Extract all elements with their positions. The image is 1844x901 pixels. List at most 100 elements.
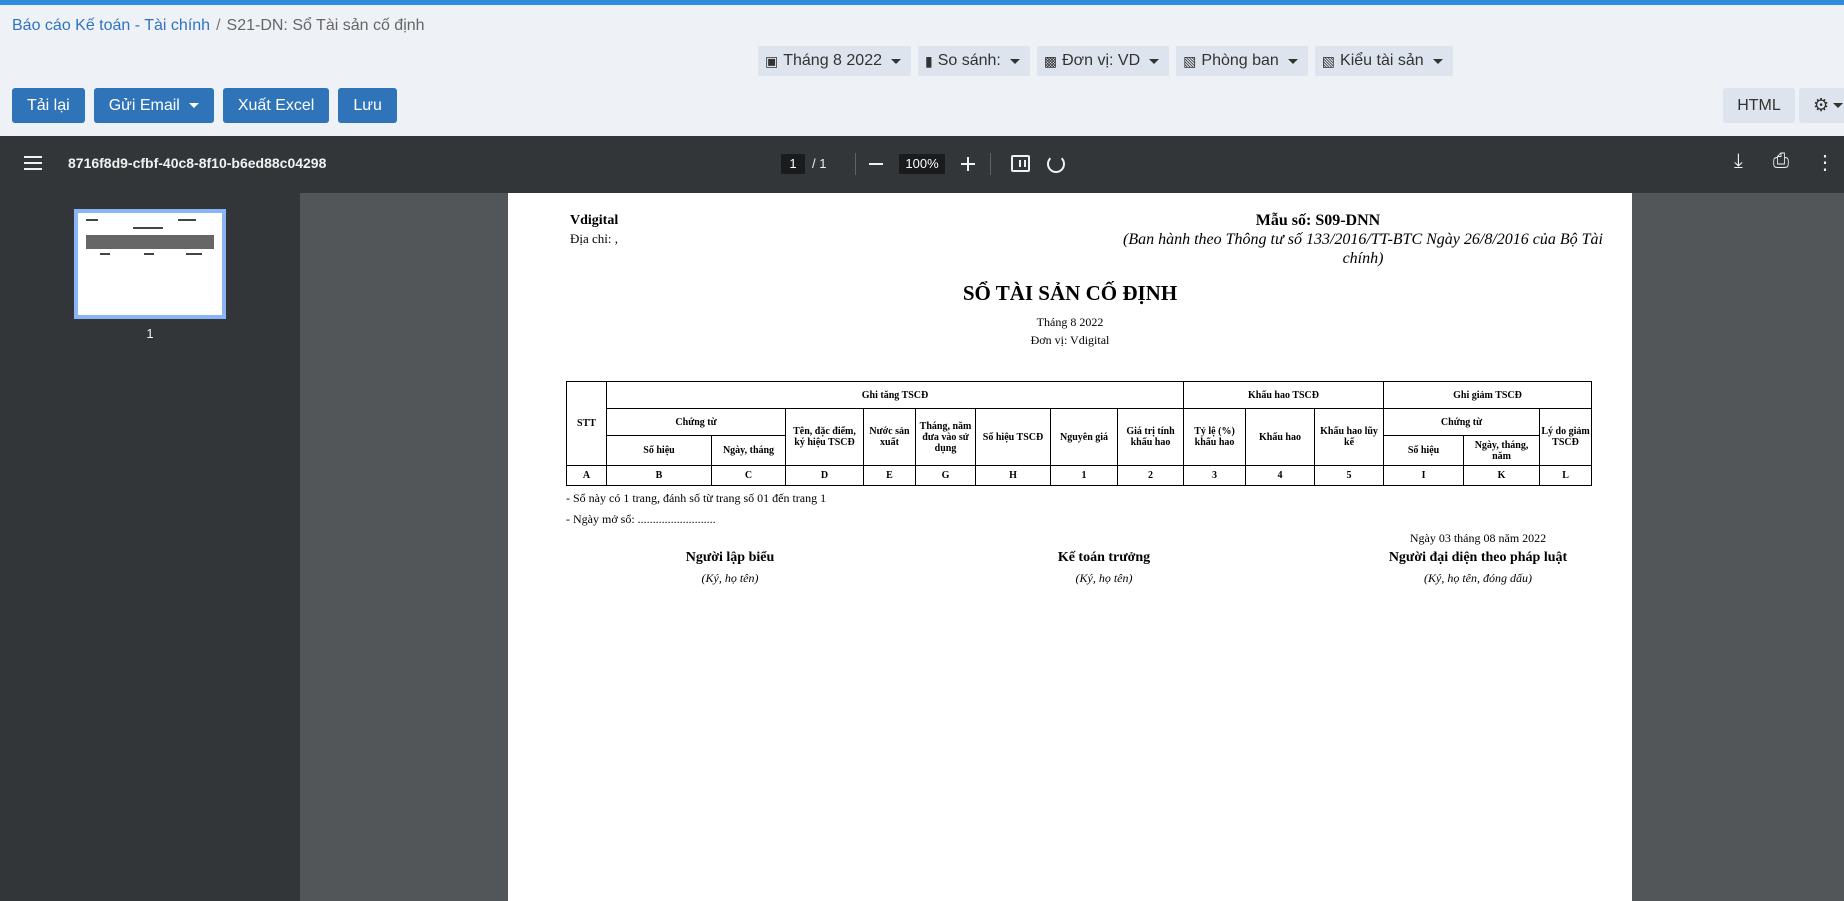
department-filter-dropdown[interactable]: ▧ Phòng ban [1176, 46, 1308, 76]
form-number: Mẫu số: S09-DNN [1255, 212, 1381, 229]
signer-preparer-title: Người lập biểu [685, 550, 775, 565]
open-date-note: - Ngày mở sổ: .......................... [566, 512, 716, 526]
breadcrumb-parent-link[interactable]: Báo cáo Kế toán - Tài chính [12, 17, 210, 34]
toolbar-divider [990, 153, 991, 175]
page-total: / 1 [812, 156, 827, 171]
header-voucher: Chứng từ [606, 408, 786, 436]
chevron-down-icon [188, 103, 199, 108]
thumbnail-sidebar: 1 [0, 193, 300, 901]
header-group-depreciation: Khấu hao TSCĐ [1183, 381, 1385, 409]
header-voucher-no: Số hiệu [606, 435, 712, 466]
header-accum-dep: Khấu hao lũy kế [1314, 408, 1385, 466]
zoom-out-icon[interactable] [869, 163, 883, 165]
breadcrumb-current: S21-DN: Sổ Tài sản cố định [226, 17, 425, 34]
export-excel-button[interactable]: Xuất Excel [222, 88, 330, 123]
more-options-icon[interactable]: ⋮ [1815, 150, 1835, 175]
calendar-icon: ▣ [765, 52, 779, 69]
header-group-increase: Ghi tăng TSCĐ [605, 381, 1185, 409]
header-depreciation: Khấu hao [1245, 408, 1316, 466]
zoom-level-input[interactable]: 100% [899, 154, 945, 174]
signer-chief-accountant-title: Kế toán trưởng [1057, 550, 1151, 565]
html-view-button[interactable]: HTML [1723, 88, 1795, 123]
building-icon: ▩ [1043, 52, 1058, 69]
pdf-page: Vdigital Địa chỉ: , Mẫu số: S09-DNN (Ban… [508, 193, 1632, 901]
company-name: Vdigital [570, 213, 619, 228]
page-count-note: - Sổ này có 1 trang, đánh số từ trang số… [566, 491, 827, 505]
filter-bar: ▣ Tháng 8 2022 ▮ So sánh: ▩ Đơn vị: VD ▧… [758, 46, 1453, 76]
fit-to-page-icon[interactable] [1011, 155, 1030, 172]
header-asset-no: Số hiệu TSCĐ [975, 408, 1051, 466]
header-name-spec: Tên, đặc điểm, ký hiệu TSCĐ [785, 408, 864, 466]
header-dep-value: Giá trị tính khấu hao [1116, 408, 1185, 466]
compare-filter-label: So sánh: [937, 52, 1001, 69]
document-name: 8716f8d9-cfbf-40c8-8f10-b6ed88c04298 [68, 155, 327, 171]
period-filter-label: Tháng 8 2022 [783, 52, 882, 69]
header-voucher-decrease: Chứng từ [1383, 408, 1541, 436]
thumbnail-mark [186, 253, 202, 255]
thumbnail-mark [86, 219, 98, 221]
column-code: C [711, 465, 786, 486]
header-rate: Tỷ lệ (%) khấu hao [1183, 408, 1247, 466]
page-number-input[interactable]: 1 [781, 154, 805, 174]
zoom-in-icon-vertical[interactable] [967, 157, 969, 171]
header-voucher-date: Ngày, tháng [711, 435, 786, 466]
save-button[interactable]: Lưu [338, 88, 397, 123]
chevron-down-icon [1287, 58, 1298, 64]
chevron-down-icon [890, 58, 901, 64]
document-unit: Đơn vị: Vdigital [1030, 333, 1110, 347]
department-filter-label: Phòng ban [1201, 52, 1279, 69]
gear-icon: ⚙ [1813, 95, 1830, 115]
period-filter-dropdown[interactable]: ▣ Tháng 8 2022 [758, 46, 911, 76]
pdf-viewer: 8716f8d9-cfbf-40c8-8f10-b6ed88c04298 1 /… [0, 136, 1844, 901]
signer-legal-rep-title: Người đại diện theo pháp luật [1388, 550, 1568, 565]
send-email-label: Gửi Email [108, 96, 180, 114]
column-code: L [1539, 465, 1593, 486]
folder-open-icon: ▧ [1321, 52, 1336, 69]
header-voucher-no-decrease: Số hiệu [1383, 435, 1465, 466]
column-code: G [915, 465, 976, 486]
reload-button[interactable]: Tải lại [12, 88, 85, 123]
column-code: A [566, 465, 607, 486]
column-code: B [606, 465, 712, 486]
asset-type-filter-dropdown[interactable]: ▧ Kiểu tài sản [1314, 46, 1453, 76]
rotate-icon[interactable] [1047, 155, 1065, 173]
header-group-decrease: Ghi giảm TSCĐ [1383, 381, 1593, 409]
header-country: Nước sản xuất [863, 408, 916, 466]
thumbnail-mark [86, 235, 214, 249]
signer-chief-accountant-note: (Ký, họ tên) [1075, 571, 1133, 585]
chevron-down-icon [1149, 58, 1160, 64]
download-icon[interactable]: ⤓ [1734, 150, 1743, 173]
unit-filter-label: Đơn vị: VD [1062, 52, 1141, 69]
print-icon[interactable]: ⎙ [1773, 150, 1789, 173]
thumbnail-mark [100, 253, 110, 255]
document-period: Tháng 8 2022 [1036, 315, 1104, 329]
bar-chart-icon: ▮ [924, 52, 933, 69]
header-month-use: Tháng, năm đưa vào sử dụng [915, 408, 976, 466]
thumbnail-mark [144, 253, 154, 255]
unit-filter-dropdown[interactable]: ▩ Đơn vị: VD [1036, 46, 1170, 76]
column-code: 4 [1245, 465, 1316, 486]
page-thumbnail[interactable] [74, 209, 226, 319]
send-email-button[interactable]: Gửi Email [93, 88, 214, 123]
column-code: H [975, 465, 1051, 486]
column-code: 5 [1314, 465, 1385, 486]
signer-preparer-note: (Ký, họ tên) [701, 571, 759, 585]
action-bar: Tải lại Gửi Email Xuất Excel Lưu [12, 88, 397, 123]
company-address: Địa chỉ: , [570, 231, 619, 246]
menu-icon[interactable] [24, 156, 42, 170]
header-reason: Lý do giảm TSCĐ [1539, 408, 1593, 466]
thumbnail-page-number: 1 [146, 326, 154, 341]
chevron-down-icon [1833, 103, 1844, 108]
signature-date: Ngày 03 tháng 08 năm 2022 [1409, 531, 1547, 545]
pdf-toolbar: 8716f8d9-cfbf-40c8-8f10-b6ed88c04298 1 /… [0, 136, 1844, 193]
settings-dropdown-button[interactable]: ⚙ [1799, 88, 1844, 123]
decree-reference: (Ban hành theo Thông tư số 133/2016/TT-B… [1123, 231, 1603, 267]
header-voucher-date-decrease: Ngày, tháng, năm [1463, 435, 1541, 466]
fixed-asset-table: STT Ghi tăng TSCĐ Khấu hao TSCĐ Ghi giảm… [566, 381, 1593, 486]
thumbnail-mark [178, 219, 196, 221]
compare-filter-dropdown[interactable]: ▮ So sánh: [917, 46, 1030, 76]
document-title: SỔ TÀI SẢN CỐ ĐỊNH [962, 281, 1178, 305]
toolbar-divider [855, 153, 856, 175]
thumbnail-mark [133, 227, 163, 229]
signer-legal-rep-note: (Ký, họ tên, đóng dấu) [1424, 571, 1532, 585]
